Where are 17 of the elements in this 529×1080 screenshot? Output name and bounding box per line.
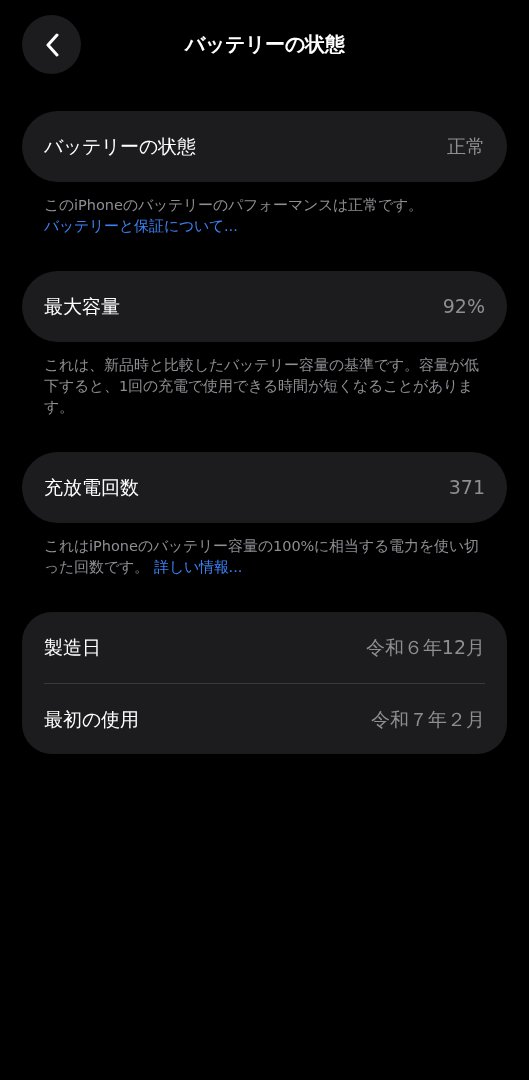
footer-note: これはiPhoneのバッテリー容量の100%に相当する電力を使い切った回数です。 詳しい情報...	[43, 537, 481, 577]
info-link[interactable]: バッテリーと保証について...	[44, 218, 238, 234]
row-value: 令和６年12月	[365, 635, 485, 661]
row-label: 最大容量	[44, 294, 120, 320]
row-value: 371	[448, 475, 485, 501]
footer-note: このiPhoneのバッテリーのパフォーマンスは正常です。 バッテリーと保証について...	[43, 196, 424, 236]
row-label: バッテリーの状態	[44, 134, 196, 160]
row-label: 製造日	[44, 635, 101, 661]
row-label: 最初の使用	[44, 706, 139, 732]
row-value: 92%	[442, 294, 485, 320]
row-value: 令和７年２月	[371, 706, 485, 732]
row-label: 充放電回数	[44, 475, 139, 501]
row-value: 正常	[447, 134, 485, 160]
info-link[interactable]: 詳しい情報...	[153, 559, 243, 575]
back-icon	[44, 32, 59, 57]
footer-note: これは、新品時と比較したバッテリー容量の基準です。容量が低下すると、1回の充電で使用できる時間が短くなることがあります。	[43, 356, 480, 417]
page-title: バッテリーの状態	[184, 31, 345, 58]
